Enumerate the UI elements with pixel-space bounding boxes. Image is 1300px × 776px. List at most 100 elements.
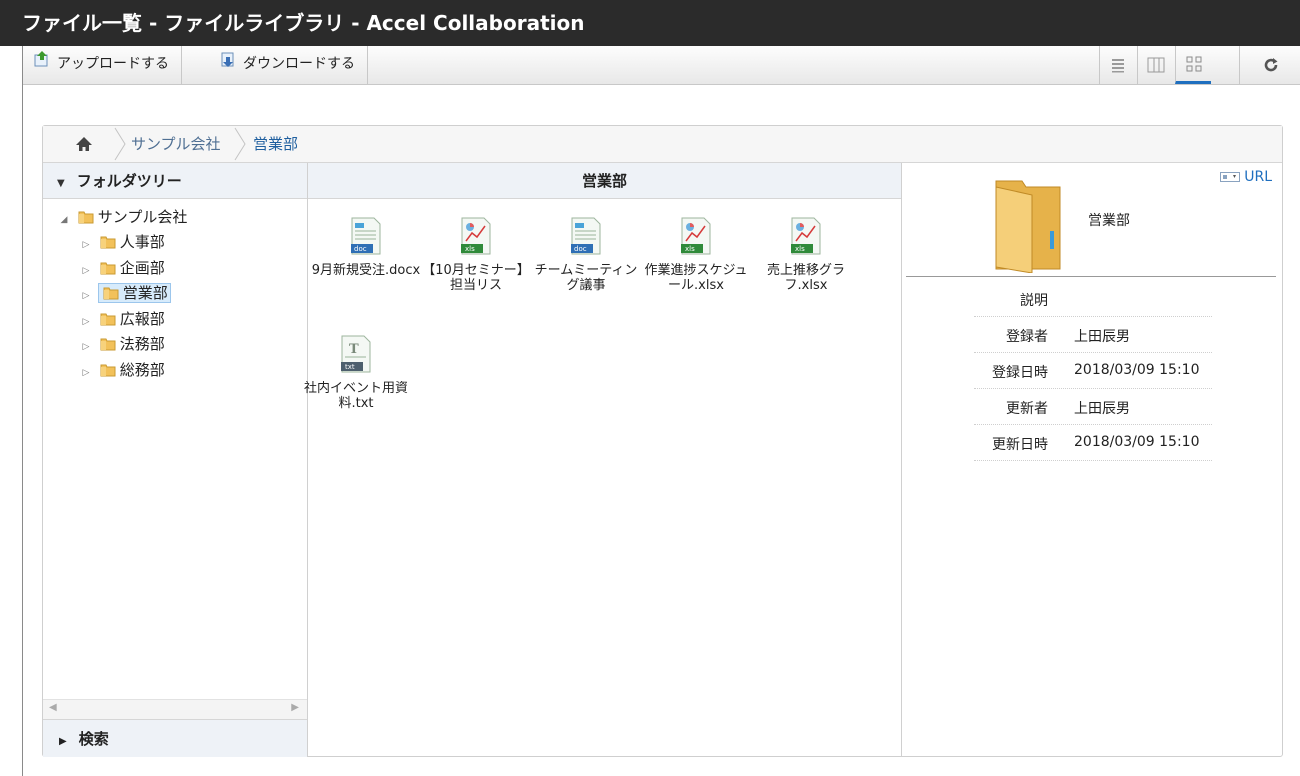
tree-item-koho[interactable]: ▷ 広報部 <box>79 307 165 331</box>
tree-item-homu[interactable]: ▷ 法務部 <box>79 332 165 356</box>
word-document-icon: doc <box>351 217 381 255</box>
breadcrumb-item-current[interactable]: 営業部 <box>253 126 298 162</box>
expand-caret-icon: ▶ <box>59 736 67 747</box>
scroll-left-icon[interactable]: ◀ <box>49 702 57 713</box>
tree-item-root[interactable]: ◢ サンプル会社 <box>57 205 188 229</box>
detail-key: 登録者 <box>1006 329 1048 345</box>
current-folder-title: 営業部 <box>308 163 901 199</box>
excel-spreadsheet-icon: xls <box>461 217 491 255</box>
tree-item-label: 人事部 <box>119 233 165 251</box>
upload-button[interactable]: アップロードする <box>23 46 182 84</box>
large-folder-icon <box>995 180 1061 273</box>
detail-divider <box>906 276 1276 277</box>
file-item[interactable]: doc 9月新規受注.docx <box>310 217 422 293</box>
upload-icon <box>33 46 51 82</box>
tree-item-kikaku[interactable]: ▷ 企画部 <box>79 256 165 280</box>
detail-row-description: 説明 <box>974 281 1212 317</box>
collapsed-triangle-icon: ▷ <box>82 368 90 378</box>
columns-view-icon <box>1147 57 1164 73</box>
tree-item-selected-label-wrap: 営業部 <box>97 283 171 303</box>
svg-text:txt: txt <box>345 363 355 371</box>
url-field-icon <box>1220 172 1241 182</box>
collapsed-triangle-icon: ▷ <box>82 342 90 352</box>
home-icon[interactable] <box>73 134 95 154</box>
file-library-panel: サンプル会社 営業部 ▼ フォルダツリー ◢ サンプル会社 ▷ 人事部 ▷ 企画部… <box>42 125 1283 757</box>
download-button[interactable]: ダウンロードする <box>209 46 368 84</box>
file-item[interactable]: xls 作業進捗スケジュール.xlsx <box>640 217 752 293</box>
scroll-right-icon[interactable]: ▶ <box>291 702 299 713</box>
tree-item-label: 営業部 <box>122 284 168 302</box>
excel-spreadsheet-icon: xls <box>681 217 711 255</box>
thumbnail-view-button[interactable] <box>1175 46 1211 84</box>
upload-label: アップロードする <box>57 56 169 72</box>
file-name: 社内イベント用資料.txt <box>303 381 408 411</box>
toolbar: アップロードする ダウンロードする <box>22 46 1300 85</box>
file-item[interactable]: doc チームミーティング議事 <box>530 217 642 293</box>
file-name: チームミーティング議事 <box>534 263 638 293</box>
folder-icon <box>100 313 116 325</box>
tree-item-label: サンプル会社 <box>97 208 188 226</box>
tree-item-somu[interactable]: ▷ 総務部 <box>79 358 165 382</box>
folder-tree-header[interactable]: ▼ フォルダツリー <box>43 163 307 199</box>
folder-icon <box>100 262 116 274</box>
detail-key: 登録日時 <box>992 365 1048 381</box>
detail-value: 上田辰男 <box>1074 401 1130 417</box>
breadcrumb-separator-icon <box>114 127 126 161</box>
url-link[interactable]: URL <box>1220 169 1272 185</box>
folder-icon <box>100 236 116 248</box>
detail-key: 更新日時 <box>992 437 1048 453</box>
file-thumbnail-pane: 営業部 doc 9月新規受注.docx xls 【10月セミナー】担当リス do… <box>304 163 902 757</box>
folder-tree-pane: ▼ フォルダツリー ◢ サンプル会社 ▷ 人事部 ▷ 企画部 ▷ 営業部 ▷ 広報… <box>43 163 308 757</box>
svg-text:doc: doc <box>354 245 367 253</box>
list-view-button[interactable] <box>1099 46 1135 84</box>
folder-detail-pane: URL 営業部 説明 登録者 上田辰男 登録日時 2018/03/09 15:1… <box>902 163 1282 757</box>
refresh-icon <box>1264 58 1277 72</box>
tree-item-jinji[interactable]: ▷ 人事部 <box>79 230 165 254</box>
svg-text:xls: xls <box>685 245 695 253</box>
detail-key: 更新者 <box>1006 401 1048 417</box>
column-view-button[interactable] <box>1137 46 1173 84</box>
svg-text:T: T <box>349 342 359 357</box>
file-item[interactable]: Ttxt 社内イベント用資料.txt <box>300 335 412 411</box>
search-section-toggle[interactable]: ▶ 検索 <box>43 719 307 757</box>
tree-item-label: 広報部 <box>119 310 165 328</box>
svg-text:xls: xls <box>795 245 805 253</box>
file-name: 9月新規受注.docx <box>311 263 421 278</box>
tree-horizontal-scrollbar[interactable]: ◀ ▶ <box>43 699 307 719</box>
thumbnail-view-icon <box>1186 56 1201 71</box>
tree-item-label: 法務部 <box>119 335 165 353</box>
file-name: 売上推移グラフ.xlsx <box>766 263 845 293</box>
folder-tree-title: フォルダツリー <box>76 172 182 190</box>
breadcrumb: サンプル会社 営業部 <box>43 126 1282 163</box>
download-icon <box>219 46 237 82</box>
breadcrumb-item-company[interactable]: サンプル会社 <box>131 126 221 162</box>
file-item[interactable]: xls 売上推移グラフ.xlsx <box>750 217 862 293</box>
detail-row-updated-by: 更新者 上田辰男 <box>974 389 1212 425</box>
folder-icon <box>100 364 116 376</box>
detail-key: 説明 <box>1020 293 1048 309</box>
detail-row-registered-by: 登録者 上田辰男 <box>974 317 1212 353</box>
detail-value: 2018/03/09 15:10 <box>1074 362 1200 378</box>
tree-item-label: 企画部 <box>119 259 165 277</box>
tree-item-label: 総務部 <box>119 361 165 379</box>
file-item[interactable]: xls 【10月セミナー】担当リス <box>420 217 532 293</box>
detail-value: 2018/03/09 15:10 <box>1074 434 1200 450</box>
breadcrumb-separator-icon <box>234 127 246 161</box>
list-view-icon <box>1111 59 1124 73</box>
detail-value: 上田辰男 <box>1074 329 1130 345</box>
text-file-icon: Ttxt <box>341 335 371 373</box>
expanded-triangle-icon: ◢ <box>60 215 68 225</box>
collapsed-triangle-icon: ▷ <box>82 317 90 327</box>
svg-text:doc: doc <box>574 245 587 253</box>
svg-text:xls: xls <box>465 245 475 253</box>
folder-icon <box>103 287 119 299</box>
collapse-caret-icon: ▼ <box>57 178 65 189</box>
folder-icon <box>78 211 94 223</box>
tree-item-eigyo[interactable]: ▷ 営業部 <box>79 281 171 305</box>
window-title: ファイル一覧 - ファイルライブラリ - Accel Collaboration <box>0 0 1300 46</box>
excel-spreadsheet-icon: xls <box>791 217 821 255</box>
refresh-button[interactable] <box>1239 46 1300 84</box>
word-document-icon: doc <box>571 217 601 255</box>
collapsed-triangle-icon: ▷ <box>82 291 90 301</box>
search-label: 検索 <box>78 730 109 748</box>
